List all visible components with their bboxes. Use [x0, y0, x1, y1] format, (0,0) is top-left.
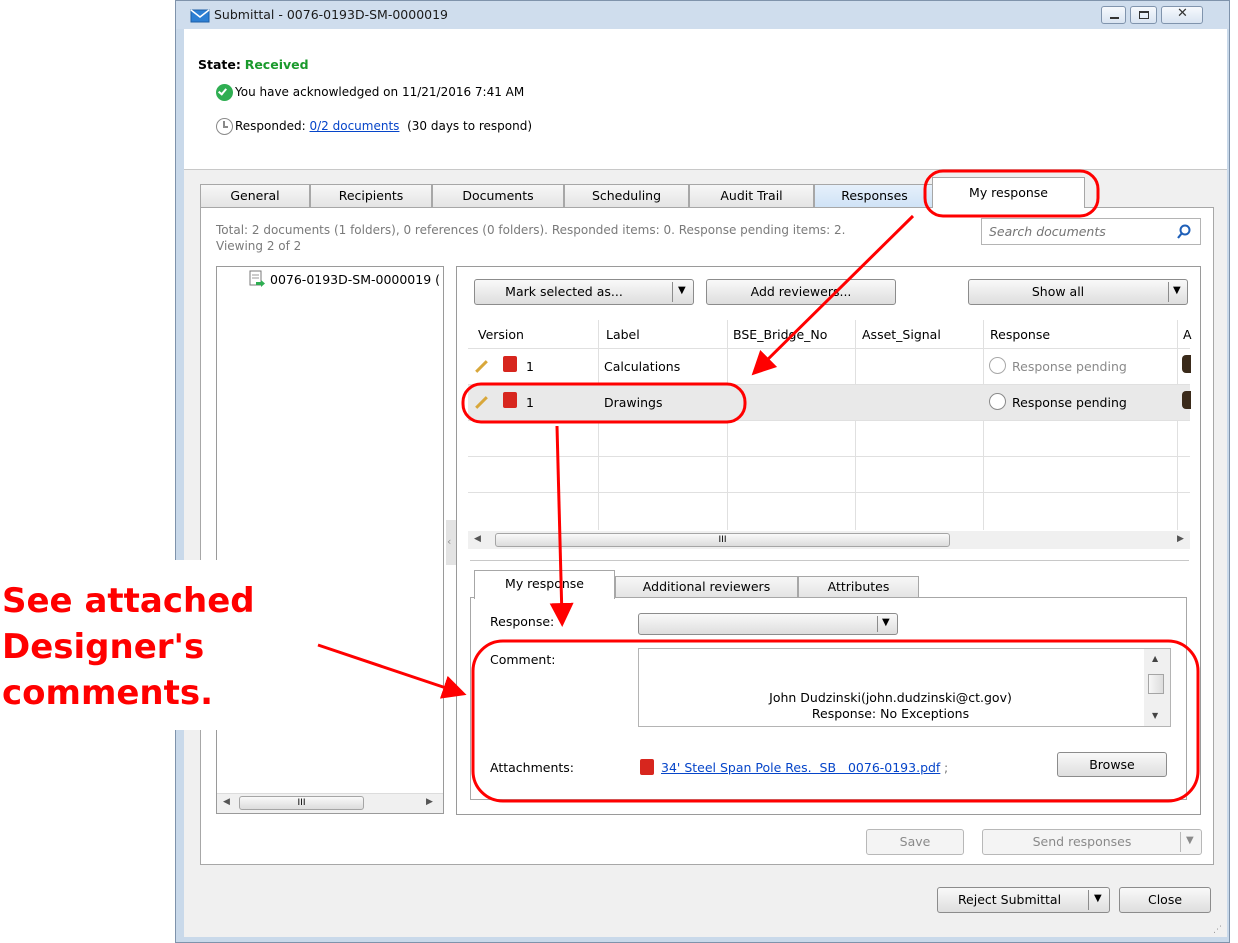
- arrow-row-to-form: [549, 425, 574, 627]
- arrow-annotation-to-comment: [317, 643, 467, 699]
- highlight-my-response-tab: [923, 169, 1100, 218]
- highlight-comment-area: [471, 639, 1200, 803]
- annotation-overlay: [317, 169, 1200, 803]
- arrow-tab-to-row: [751, 214, 915, 376]
- highlight-drawings-row: [461, 382, 747, 424]
